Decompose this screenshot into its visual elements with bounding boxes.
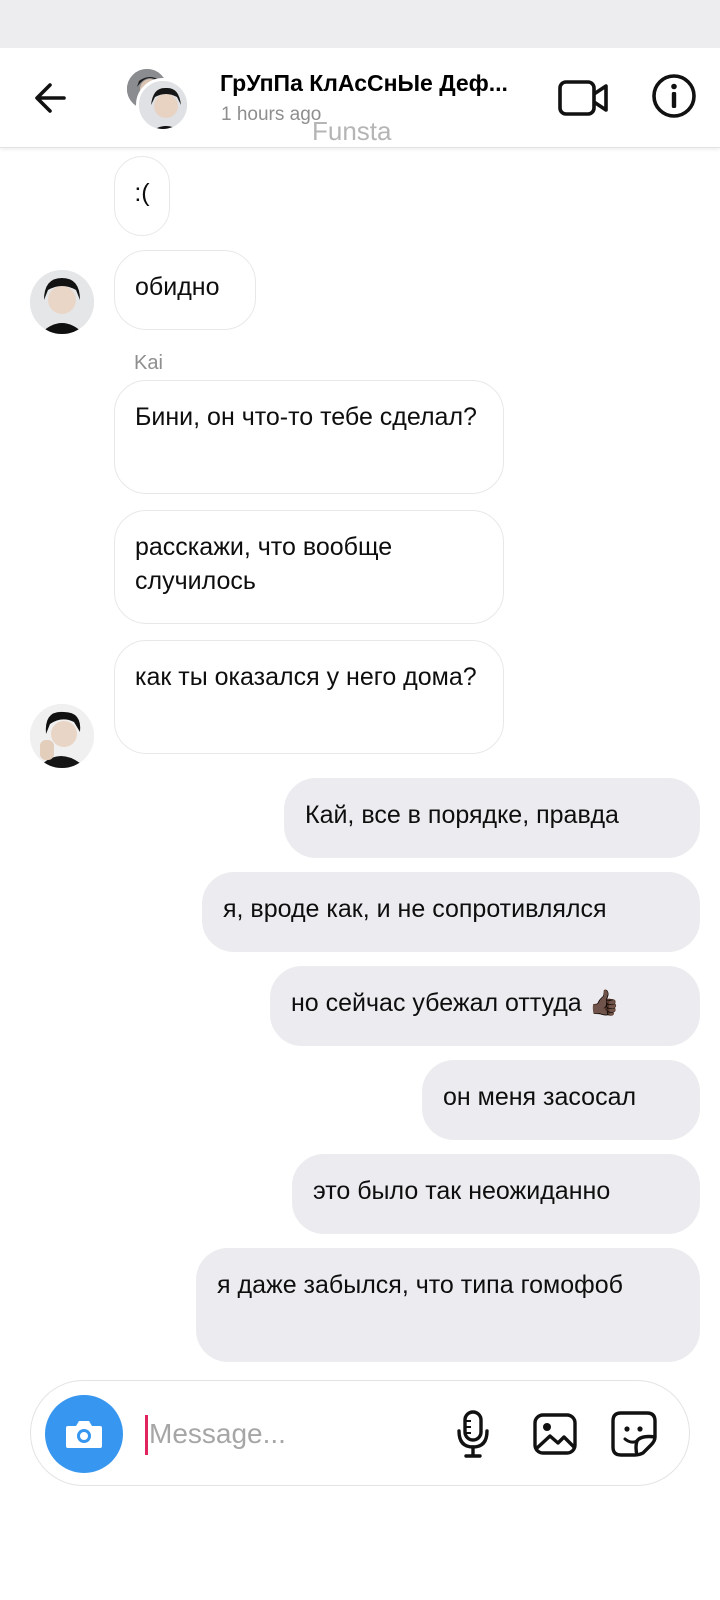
message-input[interactable] bbox=[149, 1407, 429, 1461]
sticker-button[interactable] bbox=[609, 1409, 659, 1459]
voice-message-button[interactable] bbox=[451, 1409, 495, 1459]
info-icon bbox=[652, 74, 696, 118]
video-camera-icon bbox=[558, 80, 608, 116]
last-active-status: 1 hours ago bbox=[221, 104, 322, 125]
message-bubble-outgoing[interactable]: Кай, все в порядке, правда bbox=[284, 778, 700, 858]
message-bubble-incoming[interactable]: обидно bbox=[114, 250, 256, 330]
microphone-icon bbox=[457, 1410, 489, 1458]
message-bubble-outgoing[interactable]: но сейчас убежал оттуда 👍🏿 bbox=[270, 966, 700, 1046]
sticker-icon bbox=[611, 1411, 657, 1457]
avatar[interactable] bbox=[30, 704, 94, 768]
message-list[interactable]: :( обидно Kai Бини, он что-то тебе сдела… bbox=[0, 148, 720, 1378]
watermark: Funsta bbox=[312, 116, 392, 146]
info-button[interactable] bbox=[648, 70, 700, 122]
image-icon bbox=[533, 1413, 577, 1455]
message-bubble-incoming[interactable]: Бини, он что-то тебе сделал? bbox=[114, 380, 504, 494]
gallery-button[interactable] bbox=[531, 1411, 579, 1457]
avatar[interactable] bbox=[30, 270, 94, 334]
camera-button[interactable] bbox=[45, 1395, 123, 1473]
arrow-left-icon bbox=[35, 83, 66, 113]
camera-icon bbox=[66, 1421, 102, 1448]
message-bubble-outgoing[interactable]: я даже забылся, что типа гомофоб bbox=[196, 1248, 700, 1362]
text-cursor bbox=[145, 1415, 148, 1455]
sender-name: Kai bbox=[134, 352, 163, 374]
group-avatar[interactable] bbox=[124, 66, 190, 132]
message-bubble-incoming[interactable]: как ты оказался у него дома? bbox=[114, 640, 504, 754]
chat-title[interactable]: ГрУпПа КлАсСнЫе Деф... bbox=[220, 70, 540, 97]
back-button[interactable] bbox=[26, 74, 74, 122]
message-bubble-incoming[interactable]: расскажи, что вообще случилось bbox=[114, 510, 504, 624]
message-composer bbox=[30, 1380, 690, 1486]
video-call-button[interactable] bbox=[556, 76, 612, 120]
message-bubble-outgoing[interactable]: это было так неожиданно bbox=[292, 1154, 700, 1234]
status-bar bbox=[0, 0, 720, 48]
message-bubble-outgoing[interactable]: он меня засосал bbox=[422, 1060, 700, 1140]
message-bubble-incoming[interactable]: :( bbox=[114, 156, 170, 236]
avatar bbox=[136, 78, 190, 132]
message-bubble-outgoing[interactable]: я, вроде как, и не сопротивлялся bbox=[202, 872, 700, 952]
